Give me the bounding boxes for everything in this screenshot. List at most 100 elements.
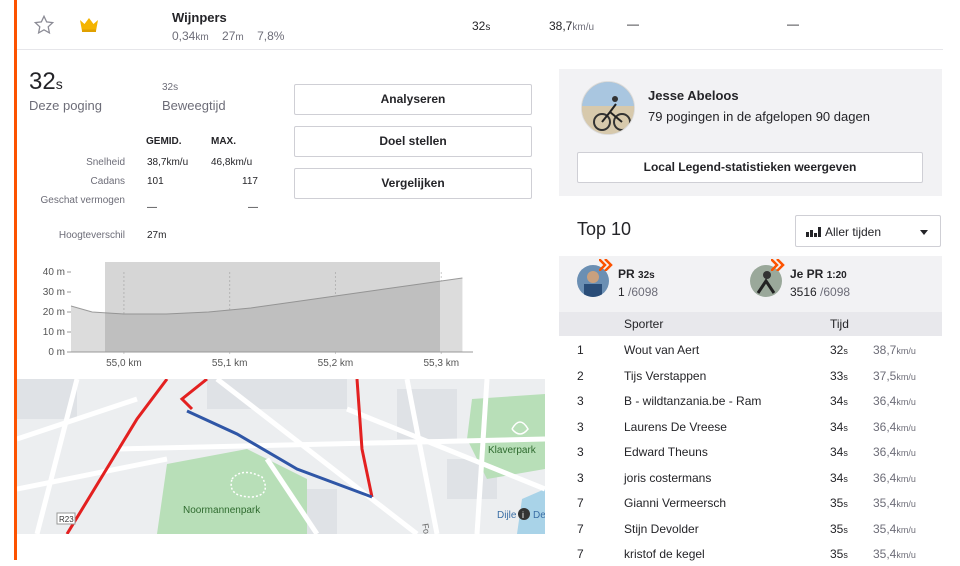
- table-row[interactable]: 3 B - wildtanzania.be - Ram 34s 36,4km/u: [559, 388, 942, 413]
- speed-cell: 35,4km/u: [873, 521, 916, 536]
- pr-title: PR 32s: [618, 267, 655, 281]
- rank-cell: 3: [577, 394, 584, 408]
- chevron-down-icon: [920, 230, 928, 235]
- athlete-name-link[interactable]: Stijn Devolder: [624, 522, 699, 536]
- avatar[interactable]: [581, 81, 635, 135]
- pr-rank: 1 /6098: [618, 285, 659, 299]
- athlete-name-link[interactable]: Gianni Vermeersch: [624, 496, 726, 510]
- legend-name[interactable]: Jesse Abeloos: [648, 88, 739, 103]
- your-pr-flag-icon: [771, 259, 785, 271]
- athlete-name-link[interactable]: kristof de kegel: [624, 547, 705, 561]
- your-pr-rank: 3516 /6098: [790, 285, 851, 299]
- time-cell: 32s: [830, 343, 848, 357]
- legend-stats-button[interactable]: Local Legend-statistieken weergeven: [577, 152, 923, 183]
- elevation-highlight: [105, 262, 440, 352]
- speed-cell: 38,7km/u: [873, 343, 916, 357]
- table-row[interactable]: 7 kristof de kegel 35s 35,4km/u: [559, 541, 942, 566]
- speed-cell: 36,4km/u: [873, 394, 916, 408]
- star-icon[interactable]: [33, 14, 55, 36]
- athlete-name-link[interactable]: joris costermans: [624, 471, 711, 485]
- segment-map[interactable]: Noormannenpark Klaverpark Fonteinstr R23…: [17, 379, 545, 534]
- time-cell: 34s: [830, 419, 848, 434]
- segment-grade: 7,8%: [257, 29, 285, 43]
- rank-cell: 3: [577, 419, 584, 434]
- stat-avg: 27m: [147, 230, 167, 241]
- effort-time-label: Deze poging: [29, 98, 102, 113]
- your-pr-title: Je PR 1:20: [790, 267, 847, 281]
- y-tick-label: 20 m: [43, 307, 65, 318]
- stat-avg: 38,7km/u: [147, 157, 189, 168]
- y-tick-label: 10 m: [43, 327, 65, 338]
- stat-max: —: [248, 202, 258, 213]
- table-row[interactable]: 3 Edward Theuns 34s 36,4km/u: [559, 439, 942, 464]
- rank-cell: 2: [577, 368, 584, 383]
- leaderboard-title: Top 10: [577, 219, 632, 239]
- pr-summary: PR 32s 1 /6098 Je PR 1:20 3516 /6098: [559, 256, 942, 312]
- time-column-header: Tijd: [830, 317, 849, 331]
- time-cell: 34s: [830, 445, 848, 459]
- time-cell: 35s: [830, 496, 848, 510]
- rank-cell: 7: [577, 547, 584, 561]
- table-row[interactable]: 7 Stijn Devolder 35s 35,4km/u: [559, 516, 942, 541]
- map-label-poi: Dijle: [497, 510, 517, 521]
- segment-dash-1: —: [627, 17, 639, 31]
- time-cell: 35s: [830, 547, 848, 561]
- moving-time: 32s: [162, 82, 179, 93]
- bar-chart-icon: [806, 227, 821, 237]
- svg-text:i: i: [522, 510, 524, 520]
- speed-cell: 35,4km/u: [873, 496, 916, 510]
- y-tick-label: 0 m: [48, 347, 65, 358]
- elevation-chart[interactable]: 40 m 30 m 20 m 10 m 0 m 55,0 km 55,1 km 55,2 k…: [20, 262, 480, 372]
- speed-cell: 37,5km/u: [873, 368, 916, 383]
- athlete-name-link[interactable]: Wout van Aert: [624, 343, 699, 357]
- x-tick-label: 55,2 km: [318, 358, 354, 369]
- stat-label: Snelheid: [86, 157, 125, 168]
- athlete-name-link[interactable]: Laurens De Vreese: [624, 420, 727, 434]
- time-filter-select[interactable]: Aller tijden: [795, 215, 941, 247]
- time-cell: 35s: [830, 521, 848, 536]
- table-row[interactable]: 3 Laurens De Vreese 34s 36,4km/u: [559, 414, 942, 439]
- map-label-poi2: De: [533, 510, 545, 521]
- map-canvas[interactable]: Noormannenpark Klaverpark Fonteinstr R23…: [17, 379, 545, 534]
- max-header: MAX.: [211, 136, 236, 147]
- speed-cell: 36,4km/u: [873, 419, 916, 434]
- compare-button[interactable]: Vergelijken: [294, 168, 532, 199]
- pr-flag-icon: [599, 259, 613, 271]
- table-row[interactable]: 7 Gianni Vermeersch 35s 35,4km/u: [559, 490, 942, 515]
- time-cell: 33s: [830, 368, 848, 383]
- set-goal-button[interactable]: Doel stellen: [294, 126, 532, 157]
- map-label-park1: Noormannenpark: [183, 505, 261, 516]
- segment-speed: 38,7km/u: [549, 19, 595, 33]
- stat-label: Geschat vermogen: [40, 195, 126, 206]
- athlete-column-header: Sporter: [624, 317, 664, 331]
- rank-cell: 3: [577, 445, 584, 459]
- stat-max: 117: [242, 176, 258, 187]
- stat-max: 46,8km/u: [211, 157, 253, 168]
- stat-label: Cadans: [90, 176, 125, 187]
- speed-cell: 36,4km/u: [873, 470, 916, 485]
- rank-cell: 3: [577, 470, 584, 485]
- stat-avg: —: [147, 202, 157, 213]
- segment-name[interactable]: Wijnpers: [172, 10, 227, 25]
- analyze-button[interactable]: Analyseren: [294, 84, 532, 115]
- moving-time-label: Beweegtijd: [162, 98, 226, 113]
- y-tick-label: 30 m: [43, 287, 65, 298]
- effort-time: 32s: [29, 68, 63, 95]
- rank-cell: 7: [577, 521, 584, 536]
- table-row[interactable]: 2 Tijs Verstappen 33s 37,5km/u: [559, 363, 942, 388]
- legend-subtitle: 79 pogingen in de afgelopen 90 dagen: [648, 109, 870, 124]
- info-icon[interactable]: [518, 508, 530, 520]
- rank-cell: 7: [577, 496, 584, 510]
- y-tick-label: 40 m: [43, 267, 65, 278]
- athlete-name-link[interactable]: Edward Theuns: [624, 445, 708, 459]
- table-row[interactable]: 1 Wout van Aert 32s 38,7km/u: [559, 337, 942, 362]
- crown-icon: [80, 18, 98, 32]
- rank-cell: 1: [577, 343, 584, 357]
- athlete-name-link[interactable]: B - wildtanzania.be - Ram: [624, 394, 761, 408]
- segment-row[interactable]: Wijnpers 0,34km 27m 7,8% 32s 38,7km/u — …: [17, 0, 943, 50]
- table-row[interactable]: 3 joris costermans 34s 36,4km/u: [559, 465, 942, 490]
- stat-label: Hoogteverschil: [58, 230, 125, 241]
- athlete-name-link[interactable]: Tijs Verstappen: [624, 369, 706, 383]
- road-badge-label: R23: [59, 515, 74, 524]
- time-cell: 34s: [830, 470, 848, 485]
